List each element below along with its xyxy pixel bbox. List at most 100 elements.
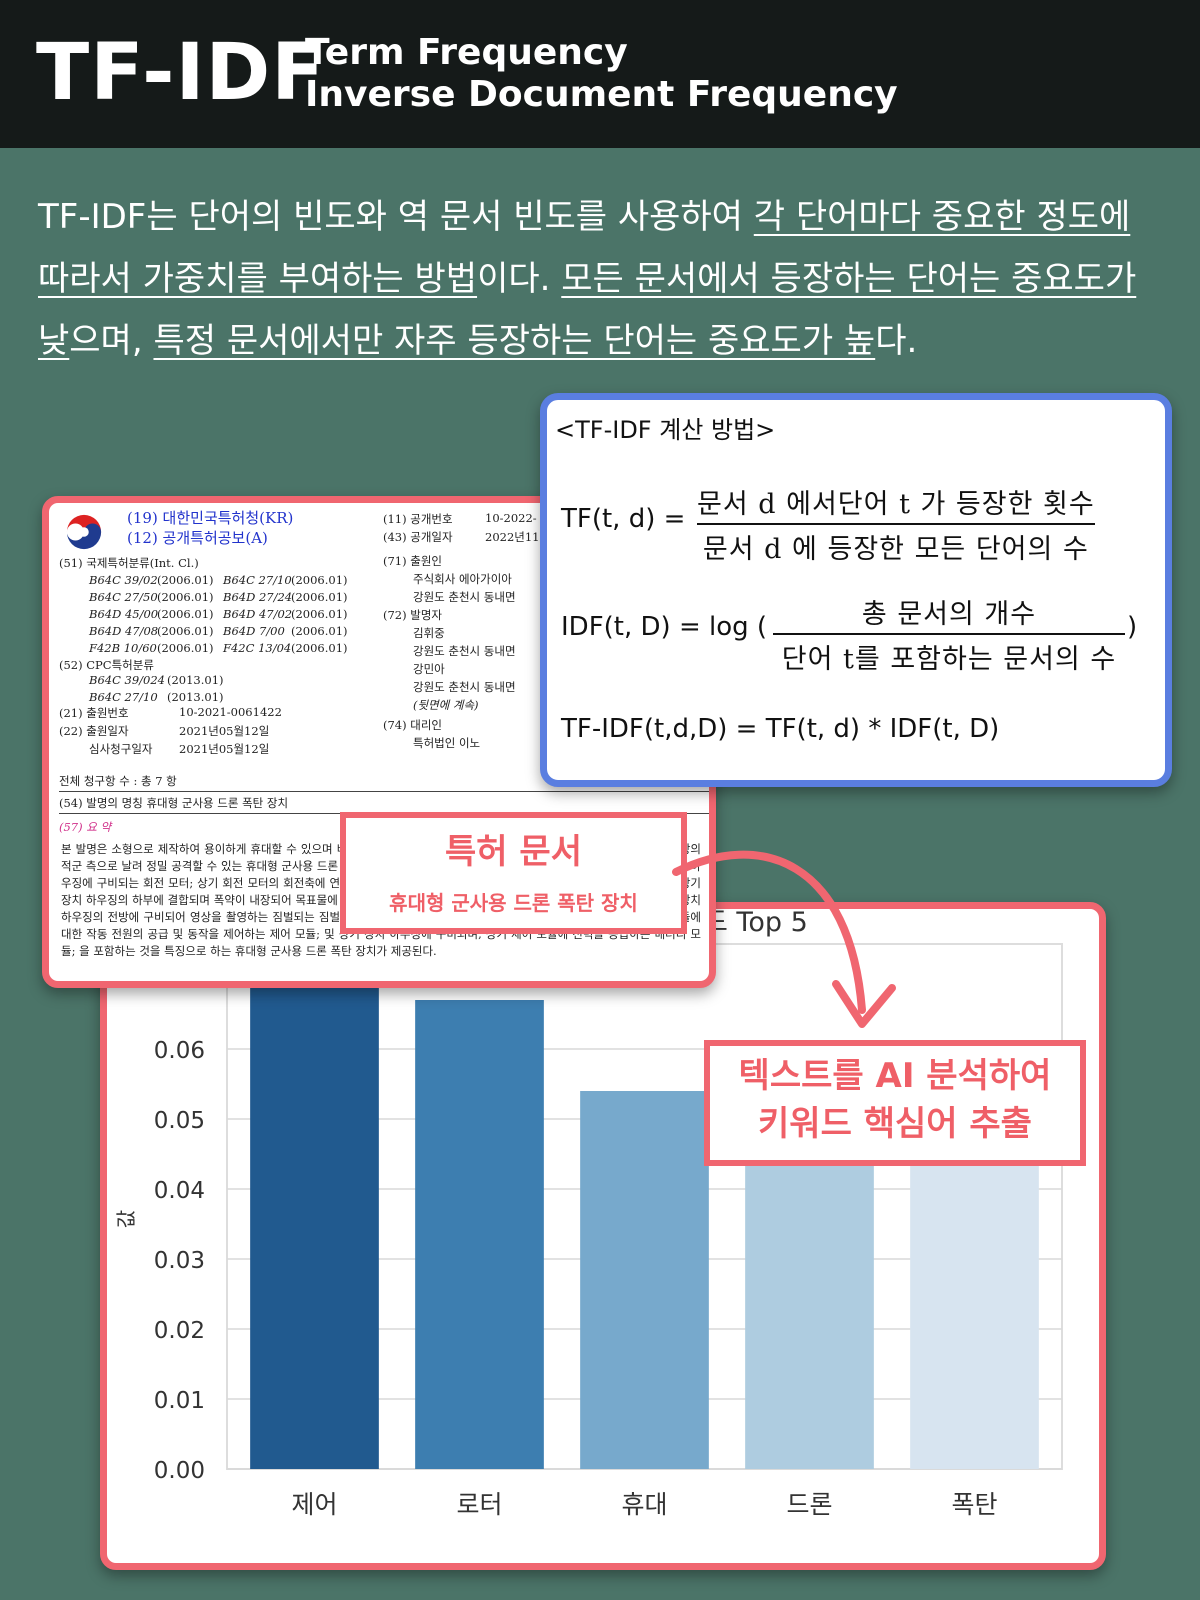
keyword-bar-chart: 0.000.010.020.030.040.050.06 제어 로터 휴대 드론 폭탄 … (114, 909, 1063, 1519)
pubno-label: (11) 공개번호 (383, 512, 453, 526)
header-bar: TF-IDF Term Frequency Inverse Document F… (0, 0, 1200, 148)
x-tick-label: 휴대 (621, 1490, 667, 1519)
tf-fraction: 문서 d 에서단어 t 가 등장한 횟수 문서 d 에 등장한 모든 단어의 수 (697, 482, 1095, 566)
tfidf-formula: TF-IDF(t,d,D) = TF(t, d) * IDF(t, D) (561, 714, 1000, 744)
ipc-code: (2006.01) (291, 641, 348, 655)
cpc-code: B64C 27/10 (89, 690, 158, 704)
patent-label-main: 특허 문서 (445, 832, 582, 872)
ipc-code: (2006.01) (291, 573, 348, 587)
y-tick-label: 0.02 (154, 1318, 205, 1344)
ipc-code: (2006.01) (291, 590, 348, 604)
cpc-code: (2013.01) (167, 690, 224, 704)
bar-2 (415, 1000, 544, 1469)
x-tick-label: 폭탄 (951, 1490, 997, 1519)
y-tick-label: 0.00 (154, 1458, 205, 1484)
ipc-code: (2006.01) (157, 590, 214, 604)
y-axis-label: 값 (114, 1210, 138, 1228)
ipc-label: (51) 국제특허분류(Int. Cl.) (59, 556, 199, 570)
pubno-value: 10-2022- (485, 511, 537, 525)
ipc-code: (2006.01) (157, 607, 214, 621)
patent-label-box: 특허 문서 휴대형 군사용 드론 폭탄 장치 (340, 812, 687, 934)
page-title: TF-IDF (36, 28, 326, 118)
patent-office: (19) 대한민국특허청(KR) (127, 509, 294, 527)
ipc-code: B64C 27/50 (89, 590, 158, 604)
ipc-code: B64D 45/00 (89, 607, 159, 621)
korea-emblem-icon (66, 514, 102, 550)
inventor-2: 강민아 (413, 662, 445, 676)
exam-label: 심사청구일자 (89, 742, 153, 756)
ipc-code: (2006.01) (157, 641, 214, 655)
tf-numerator: 문서 d 에서단어 t 가 등장한 횟수 (697, 482, 1095, 525)
appno-label: (21) 출원번호 (59, 706, 129, 720)
ipc-code: B64D 27/24 (223, 590, 293, 604)
ipc-code: B64D 47/02 (223, 607, 293, 621)
pubdate-label: (43) 공개일자 (383, 530, 453, 544)
subtitle-line-1: Term Frequency (305, 32, 628, 73)
intro-text-2: 이다. (477, 259, 562, 299)
intro-highlight-3: 특정 문서에서만 자주 등장하는 단어는 중요도가 높 (153, 321, 876, 361)
tf-lhs: TF(t, d) = (561, 504, 686, 534)
bar-5 (910, 1133, 1039, 1469)
appno-value: 10-2021-0061422 (179, 705, 282, 719)
y-tick-label: 0.03 (154, 1248, 205, 1274)
x-tick-label: 로터 (456, 1490, 502, 1519)
y-tick-label: 0.04 (154, 1178, 205, 1204)
divider (59, 791, 709, 792)
bar-1 (250, 972, 379, 1469)
y-tick-label: 0.05 (154, 1108, 205, 1134)
agent-label: (74) 대리인 (383, 718, 443, 732)
inventor-1-addr: 강원도 춘천시 동내면 (413, 644, 516, 658)
formula-heading: <TF-IDF 계산 방법> (555, 416, 776, 444)
ipc-code: (2006.01) (291, 607, 348, 621)
ai-label-line-1: 텍스트를 AI 분석하여 (738, 1056, 1052, 1096)
continued-note: (뒷면에 계속) (413, 698, 479, 712)
idf-lhs: IDF(t, D) = log ( (561, 612, 768, 642)
appdate-value: 2021년05월12일 (179, 724, 270, 738)
ipc-code: F42B 10/60 (89, 641, 157, 655)
abstract-title: (57) 요 약 (59, 820, 112, 834)
inventor-2-addr: 강원도 춘천시 동내면 (413, 680, 516, 694)
applicant-label: (71) 출원인 (383, 554, 443, 568)
x-tick-label: 제어 (291, 1490, 337, 1519)
ipc-code: F42C 13/04 (223, 641, 292, 655)
ipc-code: (2006.01) (157, 573, 214, 587)
applicant-addr: 강원도 춘천시 동내면 (413, 590, 516, 604)
idf-fraction: 총 문서의 개수 단어 t를 포함하는 문서의 수 (773, 592, 1125, 676)
ipc-code: (2006.01) (291, 624, 348, 638)
ipc-code: B64D 7/00 (223, 624, 285, 638)
applicant-name: 주식회사 에아가이아 (413, 572, 512, 586)
ipc-code: B64C 39/02 (89, 573, 158, 587)
bar-4 (745, 1119, 874, 1469)
agent-value: 특허법인 이노 (413, 736, 481, 750)
x-tick-label: 드론 (786, 1490, 832, 1519)
ipc-code: B64C 27/10 (223, 573, 292, 587)
idf-numerator: 총 문서의 개수 (773, 592, 1125, 635)
intro-text-4: 다. (875, 321, 918, 361)
intro-text-1: TF-IDF는 단어의 빈도와 역 문서 빈도를 사용하여 (38, 197, 754, 237)
chart-title: 드 Top 5 (703, 909, 808, 938)
claims-count: 전체 청구항 수 : 총 7 항 (59, 774, 177, 788)
tf-denominator: 문서 d 에 등장한 모든 단어의 수 (702, 534, 1089, 565)
ai-label-line-2: 키워드 핵심어 추출 (758, 1104, 1032, 1144)
formula-card: <TF-IDF 계산 방법> TF(t, d) = 문서 d 에서단어 t 가 … (540, 393, 1172, 787)
idf-denominator: 단어 t를 포함하는 문서의 수 (781, 644, 1117, 675)
inventor-1: 김휘중 (413, 626, 445, 640)
intro-paragraph: TF-IDF는 단어의 빈도와 역 문서 빈도를 사용하여 각 단어마다 중요한… (38, 186, 1168, 372)
cpc-label: (52) CPC특허분류 (59, 658, 154, 672)
y-tick-label: 0.06 (154, 1038, 205, 1064)
keyword-chart-card: 0.00 0.01 0.02 0.03 0.04 0.05 0.06 제어 로터 휴대 드론 폭탄 … (100, 902, 1106, 1570)
inventor-label: (72) 발명자 (383, 608, 443, 622)
ipc-code: (2006.01) (157, 624, 214, 638)
invention-title: (54) 발명의 명칭 휴대형 군사용 드론 폭탄 장치 (59, 796, 289, 810)
bar-3 (580, 1091, 709, 1469)
appdate-label: (22) 출원일자 (59, 724, 129, 738)
exam-date: 2021년05월12일 (179, 742, 270, 756)
ai-analysis-label-box: 텍스트를 AI 분석하여 키워드 핵심어 추출 (704, 1040, 1086, 1166)
pubdate-value: 2022년11 (485, 530, 540, 544)
ipc-code: B64D 47/08 (89, 624, 159, 638)
idf-close-paren: ) (1127, 612, 1138, 642)
cpc-code: (2013.01) (167, 673, 224, 687)
patent-label-sub: 휴대형 군사용 드론 폭탄 장치 (389, 891, 638, 915)
cpc-code: B64C 39/024 (89, 673, 165, 687)
intro-text-3: 으며, (69, 321, 154, 361)
